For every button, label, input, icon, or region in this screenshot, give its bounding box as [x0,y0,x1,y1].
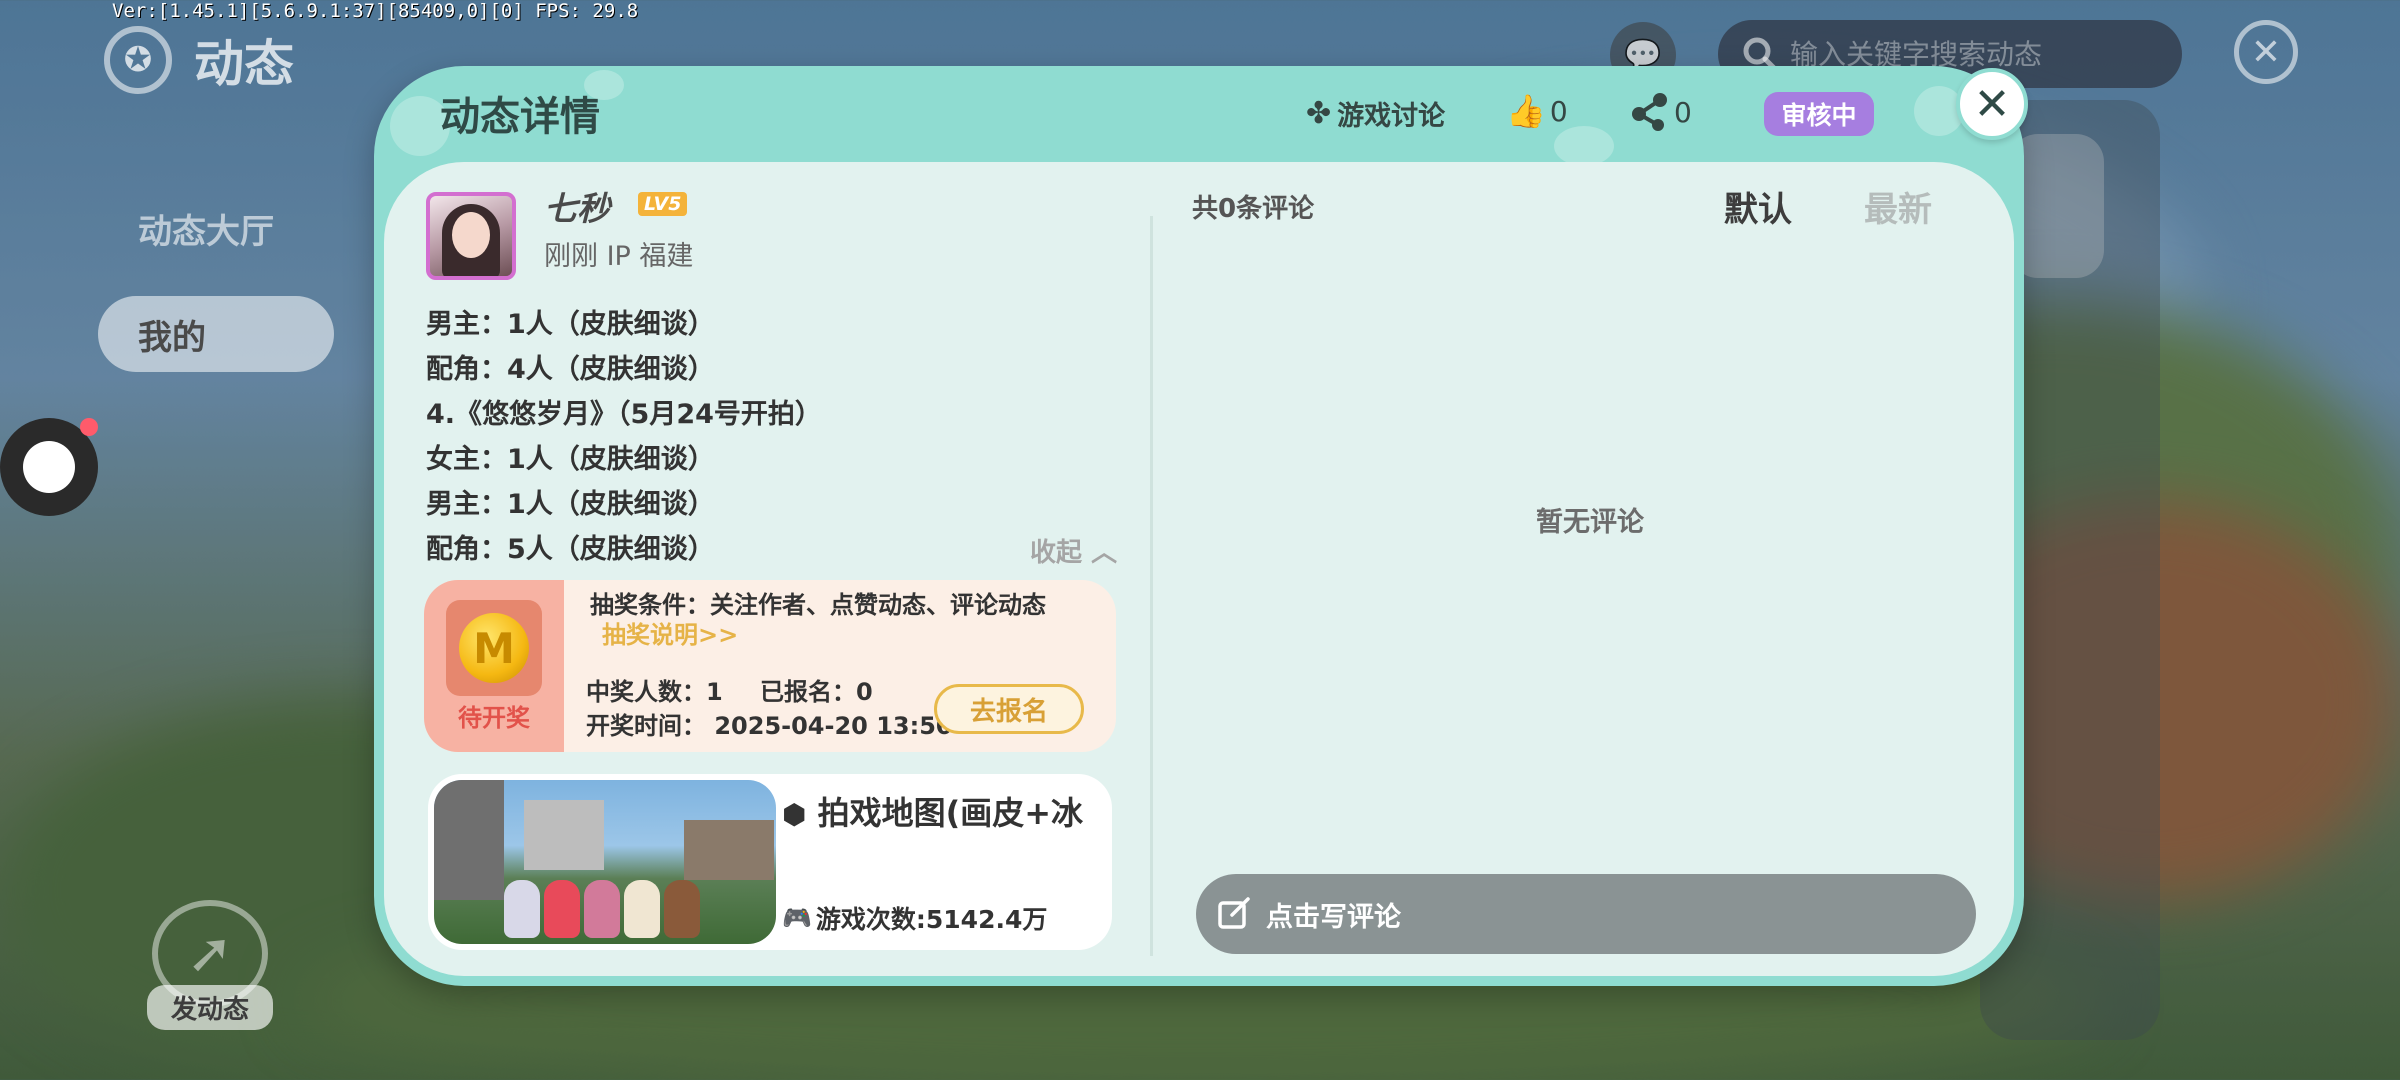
modal-body: 七秒 LV5 刚刚 IP 福建 男主：1人（皮肤细谈） 配角：4人（皮肤细谈） … [384,162,2014,976]
page-header: ✪ 动态 [104,24,294,96]
building-shape [684,820,774,880]
lottery-condition-text: 抽奖条件：关注作者、点赞动态、评论动态 [590,591,1046,619]
review-status-badge: 审核中 [1764,92,1874,136]
notification-dot [80,418,98,436]
post-new-button[interactable]: ➚ 发动态 [140,900,280,1030]
level-badge: LV5 [638,192,688,216]
topic-label: 游戏讨论 [1337,101,1446,132]
comment-count: 共0条评论 [1192,194,1315,224]
post-content: 男主：1人（皮肤细谈） 配角：4人（皮肤细谈） 4.《悠悠岁月》（5月24号开拍… [426,302,822,572]
character-figure [544,880,580,938]
post-line: 男主：1人（皮肤细谈） [426,489,715,520]
close-icon: ✕ [1973,78,2011,130]
map-plays: 🎮 游戏次数:5142.4万 [782,900,1047,936]
character-figure [664,880,700,938]
lottery-condition: 抽奖条件：关注作者、点赞动态、评论动态 抽奖说明>> [590,590,1090,650]
write-comment-label: 点击写评论 [1266,901,1401,933]
debug-version-text: Ver:[1.45.1][5.6.9.1:37][85409,0][0] FPS… [112,0,639,22]
post-detail-modal: 动态详情 ✤ 游戏讨论 👍 0 0 审核中 七秒 LV5 刚刚 IP 福建 男主… [374,66,2024,986]
coin-icon: M [459,613,529,683]
page-close-button[interactable]: ✕ [2234,20,2298,84]
write-comment-button[interactable]: 点击写评论 [1196,874,1976,954]
avatar-face [452,212,490,258]
background-card [2010,134,2104,278]
character-figure [504,880,540,938]
clover-icon: ✤ [1306,96,1332,131]
side-menu: 动态大厅 我的 [98,190,334,402]
post-meta: 刚刚 IP 福建 [544,241,694,272]
post-line: 4.《悠悠岁月》（5月24号开拍） [426,399,822,430]
decor-blob [1554,126,1614,166]
building-shape [524,800,604,870]
sort-default-tab[interactable]: 默认 [1724,182,1792,231]
lottery-explain-link[interactable]: 抽奖说明>> [602,621,738,649]
sidebar-item-label: 我的 [138,317,206,358]
post-line: 男主：1人（皮肤细谈） [426,309,715,340]
share-icon [1632,93,1667,131]
sidebar-item-label: 动态大厅 [138,211,274,252]
like-button[interactable]: 👍 0 [1506,92,1568,130]
collapse-button[interactable]: 收起 ︿ [1030,532,1117,569]
map-cube-icon: ⬢ [782,798,807,831]
post-new-label: 发动态 [146,985,273,1030]
map-title-text: 拍戏地图(画皮+冰 [817,794,1084,832]
edit-icon [1218,897,1250,929]
share-count: 0 [1674,95,1692,129]
author-name[interactable]: 七秒 [544,182,610,230]
lottery-status: 待开奖 [458,704,530,732]
character-figure [584,880,620,938]
lottery-signed: 已报名：0 [760,678,873,706]
lottery-winners: 中奖人数：1 [586,678,723,706]
column-divider [1150,216,1153,956]
share-button[interactable]: 0 [1630,92,1692,132]
sort-latest-tab[interactable]: 最新 [1864,182,1932,231]
close-icon: ✕ [2250,31,2282,73]
map-plays-text: 游戏次数:5142.4万 [815,905,1048,934]
star-bubble-icon: ✪ [104,26,172,94]
page-title: 动态 [194,35,294,93]
coin-box: M [446,600,542,696]
post-line: 配角：4人（皮肤细谈） [426,354,715,385]
floating-assistant-ball[interactable] [0,418,98,516]
topic-tag[interactable]: ✤ 游戏讨论 [1306,94,1445,133]
empty-comments-text: 暂无评论 [1536,507,1644,538]
thumbs-up-icon: 👍 [1506,92,1546,130]
gamepad-icon: 🎮 [782,904,812,932]
sidebar-item-hall[interactable]: 动态大厅 [98,190,334,266]
map-card[interactable]: ⬢ 拍戏地图(画皮+冰 🎮 游戏次数:5142.4万 [428,774,1112,950]
assistant-dot-icon [23,441,75,493]
lottery-card: M 待开奖 抽奖条件：关注作者、点赞动态、评论动态 抽奖说明>> 中奖人数：1 … [424,580,1116,752]
like-count: 0 [1549,94,1568,128]
modal-title: 动态详情 [440,94,600,140]
chevron-up-icon: ︿ [1091,538,1118,568]
sidebar-item-mine[interactable]: 我的 [98,296,334,372]
post-line: 配角：5人（皮肤细谈） [426,534,715,565]
post-line: 女主：1人（皮肤细谈） [426,444,715,475]
lottery-time: 开奖时间： 2025-04-20 13:50 [586,712,953,740]
building-shape [434,780,504,900]
avatar[interactable] [426,192,516,280]
signup-button[interactable]: 去报名 [934,684,1084,734]
character-figure [624,880,660,938]
collapse-label: 收起 [1030,538,1083,568]
modal-close-button[interactable]: ✕ [1956,68,2028,140]
map-thumbnail [434,780,776,944]
modal-header: 动态详情 ✤ 游戏讨论 👍 0 0 审核中 [374,66,2024,166]
map-title: ⬢ 拍戏地图(画皮+冰 [782,788,1104,834]
